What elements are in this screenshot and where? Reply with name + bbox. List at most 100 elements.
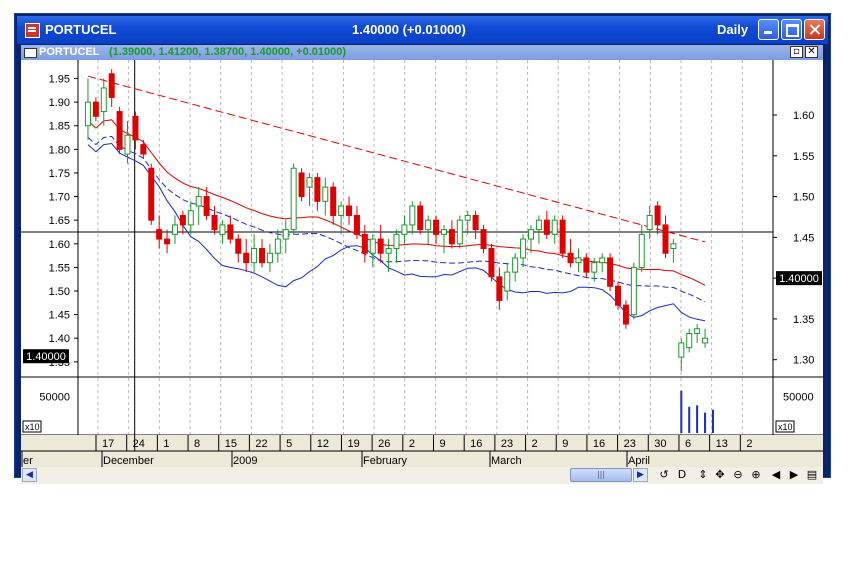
date-tick-label: 23 <box>501 438 513 450</box>
close-button[interactable] <box>804 19 825 40</box>
candle-up <box>409 205 416 226</box>
left-axis-label: 1.85 <box>49 121 70 133</box>
volume-multiplier-right: x10 <box>778 422 793 432</box>
right-axis-label: 1.35 <box>793 314 814 326</box>
scroll-right-arrow-icon[interactable]: ▶ <box>633 468 648 482</box>
left-axis-label: 1.40 <box>49 333 70 345</box>
candle-up <box>385 248 392 254</box>
date-tick-label: 2 <box>409 438 415 450</box>
scroll-back-icon[interactable]: ◀ <box>769 467 783 483</box>
candle-up <box>290 167 297 231</box>
left-axis-label: 1.45 <box>49 310 70 322</box>
candle-up <box>440 229 447 235</box>
date-tick-label: 2 <box>746 438 752 450</box>
candle-down <box>662 224 669 254</box>
subwindow-restore-button[interactable]: ▫ <box>790 46 803 58</box>
candle-up <box>527 229 534 240</box>
zoom-out-icon[interactable]: ⊖ <box>731 467 745 483</box>
maximize-button[interactable] <box>781 19 802 40</box>
date-tick-label: 30 <box>654 438 666 450</box>
candle-up <box>306 177 313 188</box>
candle-down <box>330 186 337 216</box>
scroll-thumb[interactable]: ||| <box>570 468 632 482</box>
scroll-left-arrow-icon[interactable]: ◀ <box>22 468 37 482</box>
price-chart[interactable]: 17 24 1 8 15 22 5 12 19 26 2 9 16 23 2 9 16 23 30 6 13 2 er Dec… <box>21 60 823 467</box>
date-tick-label: 16 <box>470 438 482 450</box>
candle-down <box>298 172 305 198</box>
horizontal-scrollbar[interactable]: ◀ ||| ▶ ↺ D ⇕ ✥ ⊖ ⊕ ◀ ▶ ▤ <box>21 467 823 484</box>
date-tick-label: 1 <box>163 438 169 450</box>
candle-up <box>520 238 527 259</box>
subwindow-close-button[interactable]: ✕ <box>805 46 818 58</box>
chart-window: PORTUCEL 1.40000 (+0.01000) Daily PORTUC… <box>14 13 831 484</box>
candle-down <box>203 196 210 216</box>
candle-down <box>259 248 266 264</box>
left-axis-label: 1.75 <box>49 168 70 180</box>
candle-up <box>393 233 400 250</box>
left-axis-label: 1.80 <box>49 144 70 156</box>
candle-up <box>646 214 653 231</box>
pan-icon[interactable]: ✥ <box>713 467 727 483</box>
candle-down <box>559 219 566 254</box>
candle-up <box>456 219 463 245</box>
candle-down <box>567 252 574 264</box>
date-tick-label: 12 <box>317 438 329 450</box>
left-axis-label: 1.90 <box>49 97 70 109</box>
candle-down <box>346 205 353 216</box>
candle-up <box>369 238 376 254</box>
candle-down <box>353 214 360 235</box>
candle-down <box>615 285 622 306</box>
left-axis-label: 1.95 <box>49 74 70 86</box>
period-d-icon[interactable]: D <box>675 467 689 483</box>
candle-up <box>338 205 345 216</box>
month-label: February <box>363 455 408 467</box>
candle-up <box>251 248 258 264</box>
candle-down <box>116 111 123 150</box>
candle-up <box>599 257 606 264</box>
month-label: April <box>628 455 650 467</box>
candle-up <box>282 229 289 240</box>
candle-up <box>425 219 432 231</box>
candle-down <box>243 252 250 264</box>
date-tick-label: 24 <box>133 438 145 450</box>
candle-up <box>551 219 558 235</box>
candle-down <box>583 257 590 273</box>
subwindow-titlebar[interactable]: PORTUCEL (1.39000, 1.41200, 1.38700, 1.4… <box>21 45 823 60</box>
month-label: er <box>23 455 33 467</box>
date-tick-label: 15 <box>225 438 237 450</box>
volume-axis-label: 50000 <box>39 392 70 404</box>
refresh-icon[interactable]: ↺ <box>657 467 671 483</box>
chart-client-area: PORTUCEL (1.39000, 1.41200, 1.38700, 1.4… <box>21 45 823 484</box>
date-tick-label: 19 <box>347 438 359 450</box>
date-tick-label: 17 <box>102 438 114 450</box>
month-label: 2009 <box>233 455 257 467</box>
vertical-zoom-icon[interactable]: ⇕ <box>696 467 710 483</box>
candle-up <box>84 101 91 127</box>
right-current-price: 1.40000 <box>779 273 819 285</box>
candle-down <box>417 205 424 231</box>
window-symbol: PORTUCEL <box>45 22 117 37</box>
left-current-price: 1.40000 <box>26 351 66 363</box>
date-tick-label: 6 <box>685 438 691 450</box>
chart-menu-icon[interactable]: ▤ <box>805 467 819 483</box>
left-axis-label: 1.55 <box>49 262 70 274</box>
subwindow-ohlc: (1.39000, 1.41200, 1.38700, 1.40000, +0.… <box>109 46 347 58</box>
date-tick-label: 23 <box>624 438 636 450</box>
window-titlebar[interactable]: PORTUCEL 1.40000 (+0.01000) Daily <box>17 16 828 44</box>
subwindow-icon <box>24 48 37 58</box>
candle-up <box>702 337 709 344</box>
candle-down <box>164 238 171 245</box>
window-period: Daily <box>717 22 749 37</box>
scroll-forward-icon[interactable]: ▶ <box>787 467 801 483</box>
candle-down <box>480 229 487 250</box>
candle-up <box>195 196 202 207</box>
candle-up <box>591 262 598 273</box>
minimize-button[interactable] <box>758 19 779 40</box>
date-tick-label: 9 <box>562 438 568 450</box>
candle-up <box>575 257 582 264</box>
candle-up <box>678 342 685 358</box>
zoom-in-icon[interactable]: ⊕ <box>749 467 763 483</box>
candle-up <box>100 87 107 113</box>
right-axis-label: 1.50 <box>793 192 814 204</box>
candle-down <box>132 115 139 141</box>
